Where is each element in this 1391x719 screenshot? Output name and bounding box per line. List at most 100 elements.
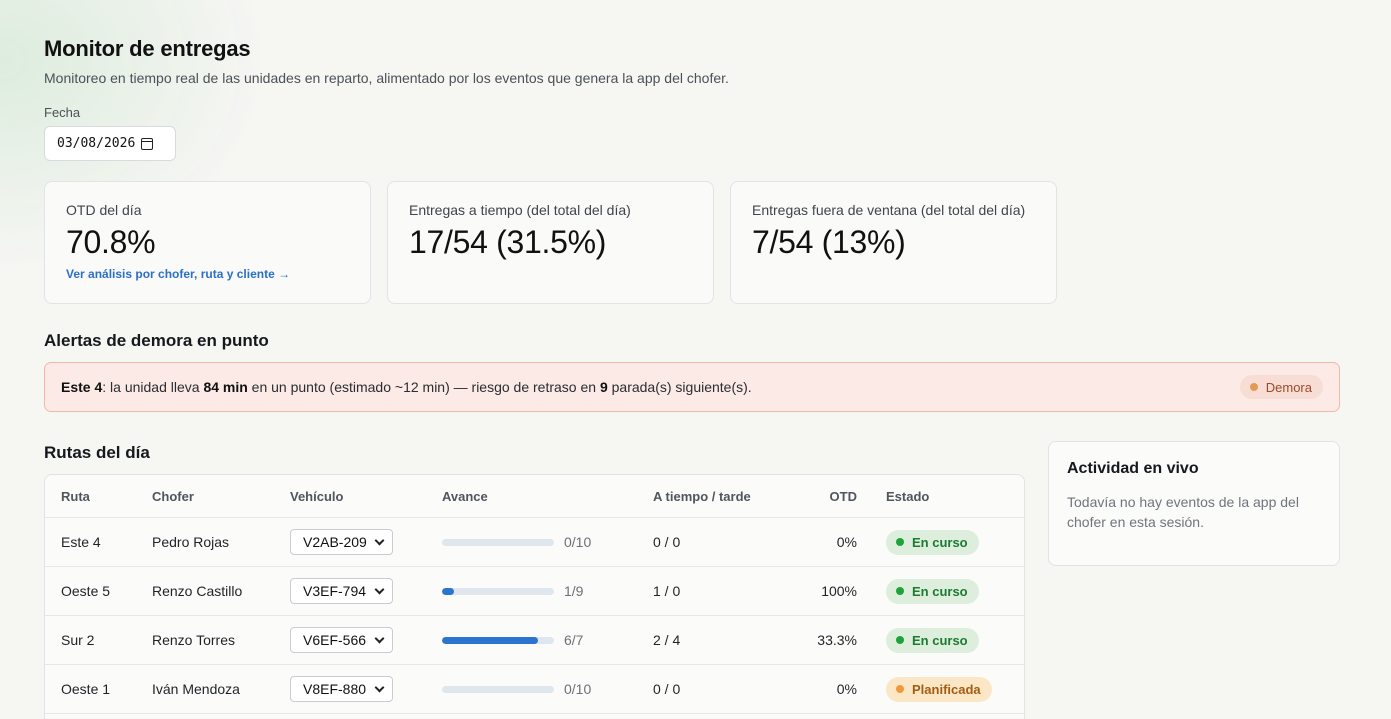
otd-analysis-link[interactable]: Ver análisis por chofer, ruta y cliente …	[66, 267, 290, 281]
progress-fill	[442, 587, 455, 595]
progress-bar	[442, 538, 554, 546]
on-time-late: 0 / 0	[653, 681, 681, 697]
kpi-label: Entregas a tiempo (del total del día)	[409, 202, 631, 218]
alerts-heading: Alertas de demora en punto	[44, 331, 269, 350]
status-badge: En curso	[886, 578, 979, 604]
kpi-value: 70.8%	[66, 224, 156, 260]
col-avance[interactable]: Avance	[442, 475, 488, 517]
progress-text: 1/9	[564, 583, 584, 599]
vehicle-value: V6EF-566	[303, 632, 367, 648]
alert-text-part: parada(s) siguiente(s).	[607, 379, 752, 395]
activity-title: Actividad en vivo	[1067, 460, 1199, 477]
routes-table: Ruta Chofer Vehículo Avance A tiempo / t…	[44, 474, 1025, 719]
status-label: Planificada	[912, 681, 981, 697]
progress-text: 0/10	[564, 534, 592, 550]
vehicle-select[interactable]: V6EF-566	[290, 627, 393, 653]
driver-name: Pedro Rojas	[152, 534, 230, 550]
col-vehiculo[interactable]: Vehículo	[290, 475, 343, 517]
routes-heading: Rutas del día	[44, 443, 150, 462]
table-row[interactable]: Sur 2 Renzo Torres V6EF-566 6/7 2 / 4 33…	[45, 616, 1024, 665]
status-dot	[1249, 383, 1258, 391]
table-row[interactable]: Oeste 1 Iván Mendoza V8EF-880 0/10 0 / 0…	[45, 665, 1024, 714]
driver-name: Iván Mendoza	[152, 681, 240, 697]
chevron-down-icon	[374, 682, 385, 693]
activity-empty-message: Todavía no hay eventos de la app del cho…	[1067, 494, 1299, 530]
progress-bar	[442, 587, 554, 595]
col-estado[interactable]: Estado	[886, 475, 929, 517]
table-row[interactable]: Oeste 5 Renzo Castillo V3EF-794 1/9 1 / …	[45, 567, 1024, 616]
alert-text: Este 4: la unidad lleva 84 min en un pun…	[61, 379, 752, 395]
page-subtitle: Monitoreo en tiempo real de las unidades…	[44, 70, 729, 86]
vehicle-cell: V6EF-566	[290, 616, 393, 664]
vehicle-cell: V3EF-794	[290, 567, 393, 615]
progress-cell: 0/10	[442, 665, 591, 713]
route-name: Oeste 1	[61, 681, 111, 697]
status-badge: En curso	[886, 627, 979, 653]
status-label: En curso	[912, 583, 968, 599]
alert-route: Este 4	[61, 379, 103, 395]
vehicle-cell: V2AB-209	[290, 518, 393, 566]
live-activity-panel: Actividad en vivo Todavía no hay eventos…	[1048, 441, 1340, 566]
progress-bar	[442, 685, 554, 693]
col-a-tiempo[interactable]: A tiempo / tarde	[653, 475, 751, 517]
status-badge: En curso	[886, 529, 979, 555]
status-label: En curso	[912, 632, 968, 648]
status-cell: En curso	[886, 567, 979, 615]
kpi-otd-card: OTD del día 70.8% Ver análisis por chofe…	[44, 181, 371, 304]
vehicle-cell: V8EF-880	[290, 665, 393, 713]
kpi-value: 17/54 (31.5%)	[409, 224, 607, 260]
otd-value: 33.3%	[817, 632, 857, 648]
status-dot	[896, 538, 904, 546]
driver-name: Renzo Torres	[152, 632, 236, 648]
calendar-icon[interactable]	[141, 137, 154, 150]
otd-value: 0%	[836, 681, 857, 697]
progress-cell: 1/9	[442, 567, 583, 615]
otd-value: 0%	[836, 534, 857, 550]
progress-cell: 0/10	[442, 518, 591, 566]
delay-alert: Este 4: la unidad lleva 84 min en un pun…	[44, 362, 1340, 412]
route-name: Oeste 5	[61, 583, 111, 599]
alert-minutes: 84 min	[203, 379, 248, 395]
on-time-late: 0 / 0	[653, 534, 681, 550]
delay-badge: Demora	[1239, 375, 1323, 399]
col-otd[interactable]: OTD	[830, 475, 857, 517]
vehicle-value: V2AB-209	[303, 534, 367, 550]
status-dot	[896, 636, 904, 644]
status-dot	[896, 685, 904, 693]
alert-text-part: : la unidad lleva	[102, 379, 204, 395]
vehicle-select[interactable]: V3EF-794	[290, 578, 393, 604]
chevron-down-icon	[374, 584, 385, 595]
kpi-value: 7/54 (13%)	[752, 224, 906, 260]
kpi-label: Entregas fuera de ventana (del total del…	[752, 202, 1026, 218]
progress-fill	[442, 636, 538, 644]
vehicle-select[interactable]: V8EF-880	[290, 676, 393, 702]
on-time-late: 1 / 0	[653, 583, 681, 599]
progress-text: 6/7	[564, 632, 584, 648]
status-cell: En curso	[886, 518, 979, 566]
col-ruta[interactable]: Ruta	[61, 475, 90, 517]
status-cell: Planificada	[886, 665, 992, 713]
vehicle-value: V8EF-880	[303, 681, 367, 697]
delay-badge-label: Demora	[1265, 379, 1312, 395]
route-name: Este 4	[61, 534, 101, 550]
progress-bar	[442, 636, 554, 644]
date-input[interactable]: 03/08/2026	[44, 126, 176, 161]
progress-text: 0/10	[564, 681, 592, 697]
date-value: 03/08/2026	[57, 136, 136, 151]
page-title: Monitor de entregas	[44, 36, 251, 61]
status-dot	[896, 587, 904, 595]
table-header-row: Ruta Chofer Vehículo Avance A tiempo / t…	[45, 475, 1024, 518]
alert-text-part: en un punto (estimado ~12 min) — riesgo …	[247, 379, 600, 395]
kpi-label: OTD del día	[66, 202, 142, 218]
vehicle-select[interactable]: V2AB-209	[290, 529, 393, 555]
status-label: En curso	[912, 534, 968, 550]
chevron-down-icon	[374, 633, 385, 644]
route-name: Sur 2	[61, 632, 95, 648]
chevron-down-icon	[374, 535, 385, 546]
status-badge: Planificada	[886, 676, 992, 702]
vehicle-value: V3EF-794	[303, 583, 367, 599]
table-row[interactable]: Este 4 Pedro Rojas V2AB-209 0/10 0 / 0 0…	[45, 518, 1024, 567]
col-chofer[interactable]: Chofer	[152, 475, 194, 517]
kpi-on-time-card: Entregas a tiempo (del total del día) 17…	[387, 181, 714, 304]
otd-value: 100%	[821, 583, 857, 599]
